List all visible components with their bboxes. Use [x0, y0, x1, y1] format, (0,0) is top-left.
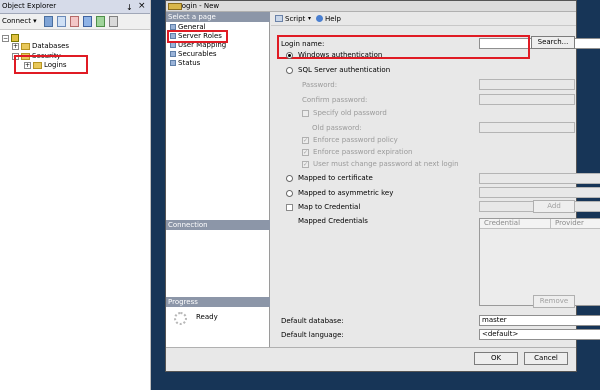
script-dropdown-icon[interactable]: ▾ [308, 14, 311, 24]
enforce-expiration-label: Enforce password expiration [313, 148, 413, 156]
old-password-label: Old password: [312, 124, 362, 132]
object-explorer-title: Object Explorer [2, 2, 57, 10]
confirm-password-label: Confirm password: [302, 96, 368, 104]
old-password-input[interactable] [479, 122, 575, 133]
footer-divider [166, 347, 576, 348]
add-button[interactable]: Add [533, 200, 575, 213]
provider-column-header[interactable]: Provider [551, 219, 600, 229]
disconnect-icon[interactable] [57, 16, 66, 27]
search-button[interactable]: Search... [531, 36, 575, 49]
page-securables[interactable]: Securables [170, 50, 217, 59]
sql-auth-radio[interactable] [286, 67, 293, 74]
logins-highlight-box [14, 55, 88, 74]
server-roles-highlight-box [167, 30, 228, 43]
mapped-credentials-label: Mapped Credentials [298, 217, 368, 225]
must-change-checkbox[interactable]: ✓ [302, 161, 309, 168]
enforce-policy-checkbox[interactable]: ✓ [302, 137, 309, 144]
ok-button[interactable]: OK [474, 352, 518, 365]
refresh-icon[interactable] [96, 16, 105, 27]
connection-header: Connection [166, 220, 270, 230]
summary-icon[interactable] [109, 16, 118, 27]
windows-auth-label: Windows authentication [298, 51, 383, 59]
folder-icon [21, 42, 30, 50]
stop-icon[interactable] [70, 16, 79, 27]
filter-icon[interactable] [83, 16, 92, 27]
pin-icon[interactable]: ↓ [124, 1, 133, 14]
dialog-titlebar: Login - New [166, 1, 576, 12]
default-language-select[interactable]: <default>▾ [479, 329, 600, 340]
progress-header: Progress [166, 297, 270, 307]
page-status[interactable]: Status [170, 59, 200, 68]
cancel-button[interactable]: Cancel [524, 352, 568, 365]
right-pane-toolbar: Script ▾ Help [271, 12, 576, 26]
mapped-asymmetric-radio[interactable] [286, 190, 293, 197]
windows-auth-radio[interactable] [286, 52, 293, 59]
certificate-select[interactable]: ▾ [479, 173, 600, 184]
map-credential-label: Map to Credential [298, 203, 361, 211]
login-icon [168, 3, 182, 10]
credential-column-header[interactable]: Credential [480, 219, 551, 229]
help-button[interactable]: Help [325, 14, 341, 24]
sql-auth-label: SQL Server authentication [298, 66, 391, 74]
script-icon [275, 15, 283, 22]
object-explorer-titlebar: Object Explorer ↓ × [0, 0, 150, 14]
must-change-label: User must change password at next login [313, 160, 459, 168]
asymmetric-key-select[interactable]: ▾ [479, 187, 600, 198]
default-language-label: Default language: [281, 331, 344, 339]
object-explorer-toolbar: Connect ▾ [0, 14, 150, 30]
connect-button[interactable]: Connect ▾ [2, 16, 37, 27]
page-icon [170, 51, 176, 57]
password-label: Password: [302, 81, 338, 89]
remove-button[interactable]: Remove [533, 295, 575, 308]
connect-icon[interactable] [44, 16, 53, 27]
help-icon [316, 15, 323, 22]
confirm-password-input[interactable] [479, 94, 575, 105]
mapped-certificate-label: Mapped to certificate [298, 174, 373, 182]
select-page-header: Select a page [166, 12, 270, 22]
map-credential-checkbox[interactable] [286, 204, 293, 211]
specify-old-password-checkbox[interactable] [302, 110, 309, 117]
mapped-credentials-grid[interactable]: Credential Provider [479, 218, 600, 306]
tree-databases-node[interactable]: + Databases [12, 41, 69, 51]
script-button[interactable]: Script [285, 14, 305, 24]
login-new-dialog: Login - New Select a page General Server… [165, 0, 600, 372]
progress-status: Ready [196, 313, 218, 321]
default-database-label: Default database: [281, 317, 344, 325]
page-icon [170, 60, 176, 66]
specify-old-password-label: Specify old password [313, 109, 387, 117]
close-icon[interactable]: × [136, 0, 146, 13]
splitter[interactable] [150, 0, 151, 390]
default-database-select[interactable]: master▾ [479, 315, 600, 326]
object-explorer-panel: Object Explorer ↓ × Connect ▾ − + Databas… [0, 0, 150, 390]
left-pane: Select a page General Server Roles User … [166, 12, 270, 347]
progress-spinner-icon [174, 312, 187, 325]
expand-icon[interactable]: + [12, 42, 19, 50]
right-pane: Script ▾ Help Login name: Search... Wind… [271, 12, 600, 347]
password-input[interactable] [479, 79, 575, 90]
enforce-expiration-checkbox[interactable]: ✓ [302, 149, 309, 156]
enforce-policy-label: Enforce password policy [313, 136, 398, 144]
mapped-asymmetric-label: Mapped to asymmetric key [298, 189, 394, 197]
collapse-icon[interactable]: − [2, 34, 9, 42]
mapped-certificate-radio[interactable] [286, 175, 293, 182]
